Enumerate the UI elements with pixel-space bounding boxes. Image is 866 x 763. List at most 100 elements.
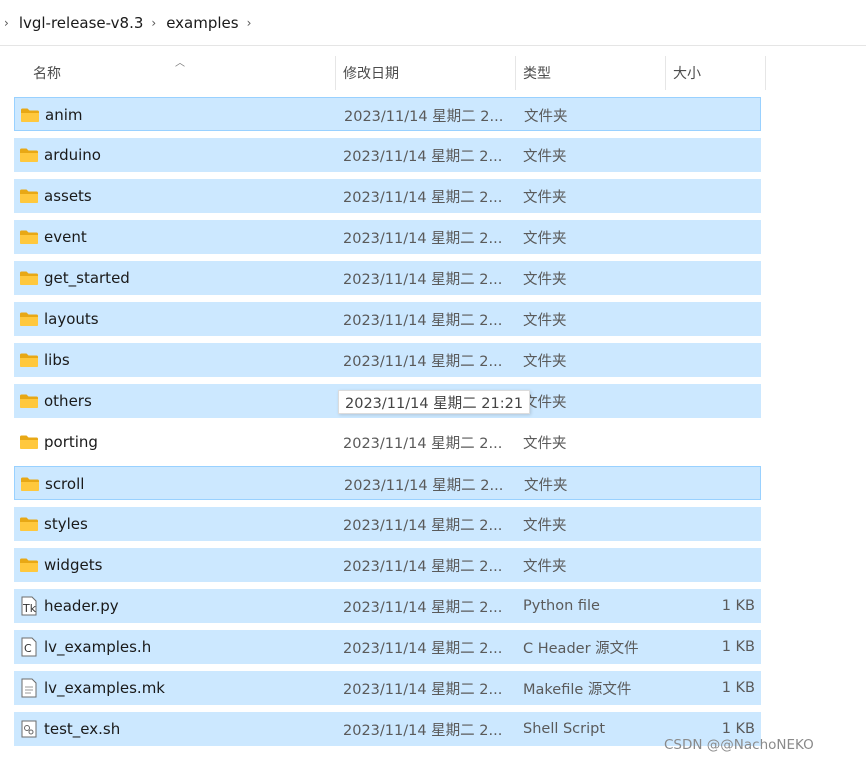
file-row[interactable]: lv_examples.mk 2023/11/14 星期二 2... Makefil… xyxy=(14,671,761,705)
file-name[interactable]: porting xyxy=(44,425,334,459)
file-date: 2023/11/14 星期二 2... xyxy=(343,599,503,616)
file-name[interactable]: widgets xyxy=(44,548,334,582)
file-name[interactable]: lv_examples.mk xyxy=(44,671,334,705)
file-row[interactable]: assets 2023/11/14 星期二 2... 文件夹 xyxy=(14,179,761,213)
chevron-right-icon[interactable]: › xyxy=(4,16,9,30)
file-row[interactable]: arduino 2023/11/14 星期二 2... 文件夹 xyxy=(14,138,761,172)
column-divider[interactable] xyxy=(335,56,336,90)
file-name[interactable]: lv_examples.h xyxy=(44,630,334,664)
file-row[interactable]: Clv_examples.h 2023/11/14 星期二 2... C Heade… xyxy=(14,630,761,664)
file-type: 文件夹 xyxy=(523,558,567,575)
column-header-type[interactable]: 类型 xyxy=(523,52,663,94)
folder-icon xyxy=(18,302,40,336)
file-date: 2023/11/14 星期二 2... xyxy=(343,558,503,575)
chevron-right-icon[interactable]: › xyxy=(247,16,252,30)
file-date: 2023/11/14 星期二 2... xyxy=(344,477,504,494)
folder-icon xyxy=(18,261,40,295)
breadcrumb: › lvgl-release-v8.3 › examples › xyxy=(0,0,866,46)
file-row[interactable]: porting 2023/11/14 星期二 2... 文件夹 xyxy=(14,425,761,459)
file-row[interactable]: get_started 2023/11/14 星期二 2... 文件夹 xyxy=(14,261,761,295)
column-header-row: 名称 修改日期 类型 大小 xyxy=(0,52,866,94)
breadcrumb-item-lvgl[interactable]: lvgl-release-v8.3 xyxy=(17,14,146,32)
file-date: 2023/11/14 星期二 2... xyxy=(343,681,503,698)
folder-icon xyxy=(18,425,40,459)
file-row[interactable]: styles 2023/11/14 星期二 2... 文件夹 xyxy=(14,507,761,541)
file-size: 1 KB xyxy=(721,680,755,696)
file-row[interactable]: layouts 2023/11/14 星期二 2... 文件夹 xyxy=(14,302,761,336)
file-size xyxy=(675,548,755,582)
file-size xyxy=(675,343,755,377)
date-tooltip: 2023/11/14 星期二 21:21 xyxy=(338,390,531,414)
file-type: 文件夹 xyxy=(523,148,567,165)
file-date: 2023/11/14 星期二 2... xyxy=(343,517,503,534)
folder-icon xyxy=(18,384,40,418)
chevron-right-icon[interactable]: › xyxy=(151,16,156,30)
file-type: 文件夹 xyxy=(523,230,567,247)
file-name[interactable]: styles xyxy=(44,507,334,541)
file-date: 2023/11/14 星期二 2... xyxy=(343,640,503,657)
file-row[interactable]: event 2023/11/14 星期二 2... 文件夹 xyxy=(14,220,761,254)
file-date: 2023/11/14 星期二 2... xyxy=(343,353,503,370)
file-date: 2023/11/14 星期二 2... xyxy=(343,312,503,329)
file-date: 2023/11/14 星期二 2... xyxy=(343,722,503,739)
folder-icon xyxy=(18,343,40,377)
file-row[interactable]: Tk header.py 2023/11/14 星期二 2... Python fil… xyxy=(14,589,761,623)
file-name[interactable]: others xyxy=(44,384,334,418)
file-type: 文件夹 xyxy=(523,353,567,370)
file-name[interactable]: layouts xyxy=(44,302,334,336)
c-header-file-icon: C xyxy=(18,630,40,664)
folder-icon xyxy=(19,98,41,132)
column-header-name[interactable]: 名称 xyxy=(33,52,333,94)
column-divider[interactable] xyxy=(515,56,516,90)
folder-icon xyxy=(18,179,40,213)
file-type: 文件夹 xyxy=(524,108,568,125)
file-type: 文件夹 xyxy=(523,312,567,329)
folder-icon xyxy=(18,220,40,254)
file-name[interactable]: assets xyxy=(44,179,334,213)
file-name[interactable]: get_started xyxy=(44,261,334,295)
file-size: 1 KB xyxy=(721,598,755,614)
file-name[interactable]: anim xyxy=(45,98,335,132)
file-name[interactable]: test_ex.sh xyxy=(44,712,334,746)
file-size xyxy=(675,179,755,213)
file-size xyxy=(675,261,755,295)
file-size: 1 KB xyxy=(721,639,755,655)
column-header-date[interactable]: 修改日期 xyxy=(343,52,513,94)
file-row[interactable]: scroll 2023/11/14 星期二 2... 文件夹 xyxy=(14,466,761,500)
column-divider[interactable] xyxy=(665,56,666,90)
file-date: 2023/11/14 星期二 2... xyxy=(344,108,504,125)
file-name[interactable]: scroll xyxy=(45,467,335,501)
svg-text:C: C xyxy=(24,642,32,655)
file-type: 文件夹 xyxy=(523,517,567,534)
file-type: 文件夹 xyxy=(523,271,567,288)
folder-icon xyxy=(19,467,41,501)
file-type: C Header 源文件 xyxy=(523,640,639,657)
svg-text:Tk: Tk xyxy=(22,602,37,615)
file-name[interactable]: arduino xyxy=(44,138,334,172)
file-name[interactable]: libs xyxy=(44,343,334,377)
file-date: 2023/11/14 星期二 2... xyxy=(343,148,503,165)
file-size xyxy=(675,220,755,254)
file-name[interactable]: event xyxy=(44,220,334,254)
folder-icon xyxy=(18,548,40,582)
text-file-icon xyxy=(18,671,40,705)
file-size xyxy=(675,384,755,418)
column-divider[interactable] xyxy=(765,56,766,90)
file-row[interactable]: anim 2023/11/14 星期二 2... 文件夹 xyxy=(14,97,761,131)
file-size xyxy=(675,507,755,541)
file-name[interactable]: header.py xyxy=(44,589,334,623)
folder-icon xyxy=(18,507,40,541)
file-row[interactable]: libs 2023/11/14 星期二 2... 文件夹 xyxy=(14,343,761,377)
file-size xyxy=(674,467,754,501)
breadcrumb-item-examples[interactable]: examples xyxy=(164,14,240,32)
folder-icon xyxy=(18,138,40,172)
file-type: 文件夹 xyxy=(523,394,567,411)
python-file-icon: Tk xyxy=(18,589,40,623)
file-row[interactable]: test_ex.sh 2023/11/14 星期二 2... Shell Scrip… xyxy=(14,712,761,746)
file-row[interactable]: widgets 2023/11/14 星期二 2... 文件夹 xyxy=(14,548,761,582)
file-type: Makefile 源文件 xyxy=(523,681,632,698)
file-size xyxy=(675,302,755,336)
script-file-icon xyxy=(18,712,40,746)
column-header-size[interactable]: 大小 xyxy=(673,52,763,94)
file-date: 2023/11/14 星期二 2... xyxy=(343,189,503,206)
